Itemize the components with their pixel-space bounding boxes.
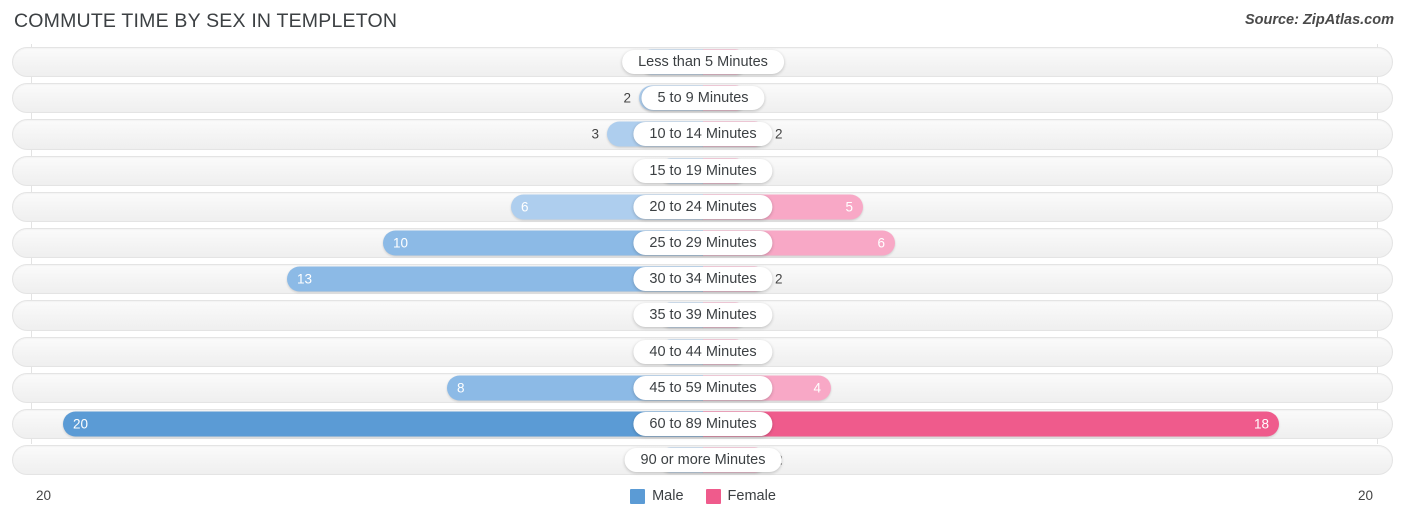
chart-row-list: 20Less than 5 Minutes205 to 9 Minutes321… — [0, 44, 1406, 478]
chart-row: 1115 to 19 Minutes — [0, 153, 1406, 189]
female-value-label: 6 — [877, 235, 885, 251]
category-label: 15 to 19 Minutes — [633, 158, 773, 183]
female-value-label: 2 — [775, 126, 783, 142]
chart-header: COMMUTE TIME BY SEX IN TEMPLETON Source:… — [0, 0, 1406, 44]
chart-row: 20 18 60 to 89 Minutes — [0, 406, 1406, 442]
category-label: 35 to 39 Minutes — [633, 303, 773, 328]
male-value-label: 3 — [591, 126, 599, 142]
page-title: COMMUTE TIME BY SEX IN TEMPLETON — [14, 10, 398, 32]
male-value-label: 6 — [521, 199, 529, 215]
chart-row: 0040 to 44 Minutes — [0, 334, 1406, 370]
female-value-label: 4 — [813, 380, 821, 396]
chart-row: 20Less than 5 Minutes — [0, 44, 1406, 80]
chart-row: 205 to 9 Minutes — [0, 80, 1406, 116]
legend-label-female: Female — [727, 488, 776, 504]
category-label: 40 to 44 Minutes — [633, 339, 773, 364]
male-value-label: 20 — [73, 416, 89, 432]
female-value-label: 5 — [845, 199, 853, 215]
legend-item-male[interactable]: Male — [630, 488, 684, 504]
chart-plot-area: 20Less than 5 Minutes205 to 9 Minutes321… — [0, 44, 1406, 486]
category-label: Less than 5 Minutes — [622, 50, 784, 75]
legend-label-male: Male — [652, 488, 684, 504]
chart-row: 0035 to 39 Minutes — [0, 297, 1406, 333]
category-label: 20 to 24 Minutes — [633, 194, 773, 219]
chart-row: 0290 or more Minutes — [0, 442, 1406, 478]
category-label: 60 to 89 Minutes — [633, 411, 773, 436]
chart-footer: 20 20 Male Female — [0, 486, 1406, 522]
category-label: 5 to 9 Minutes — [641, 86, 765, 111]
chart-row: 8 4 45 to 59 Minutes — [0, 370, 1406, 406]
category-label: 10 to 14 Minutes — [633, 122, 773, 147]
male-bar-group: 20 — [63, 411, 703, 437]
chart-row: 6 5 20 to 24 Minutes — [0, 189, 1406, 225]
female-bar[interactable]: 18 — [703, 411, 1279, 437]
female-value-label: 18 — [1253, 416, 1269, 432]
female-value-label: 2 — [775, 271, 783, 287]
legend-swatch-male-icon — [630, 488, 646, 504]
legend-swatch-female-icon — [705, 488, 721, 504]
category-label: 30 to 34 Minutes — [633, 267, 773, 292]
category-label: 45 to 59 Minutes — [633, 375, 773, 400]
chart-row: 10 6 25 to 29 Minutes — [0, 225, 1406, 261]
male-value-label: 2 — [623, 90, 631, 106]
category-label: 90 or more Minutes — [624, 448, 782, 473]
legend-item-female[interactable]: Female — [705, 488, 776, 504]
male-value-label: 10 — [393, 235, 409, 251]
male-bar[interactable]: 20 — [63, 411, 703, 437]
female-bar-group: 18 — [703, 411, 1279, 437]
category-label: 25 to 29 Minutes — [633, 231, 773, 256]
chart-row: 3 2 10 to 14 Minutes — [0, 116, 1406, 152]
male-value-label: 8 — [457, 380, 465, 396]
chart-row: 13 2 30 to 34 Minutes — [0, 261, 1406, 297]
chart-legend: Male Female — [0, 488, 1406, 504]
male-value-label: 13 — [297, 271, 313, 287]
source-attribution: Source: ZipAtlas.com — [1244, 12, 1394, 28]
